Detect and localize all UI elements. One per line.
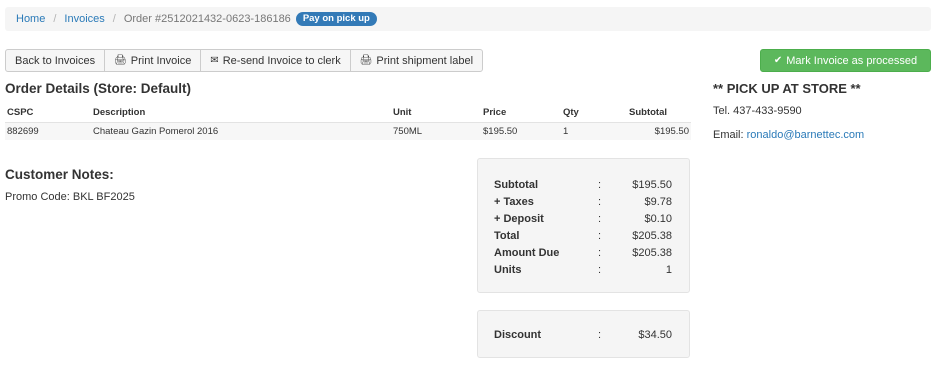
totals-label: Subtotal: [494, 178, 538, 191]
totals-row-total: Total : $205.38: [494, 227, 672, 244]
totals-colon: :: [598, 229, 602, 242]
resend-invoice-label: Re-send Invoice to clerk: [222, 54, 341, 67]
discount-colon: :: [598, 328, 602, 341]
totals-panel: Subtotal : $195.50 + Taxes : $9.78 + Dep…: [477, 158, 690, 293]
totals-row-units: Units : 1: [494, 261, 672, 278]
totals-colon: :: [598, 195, 602, 208]
print-invoice-button[interactable]: 🖨 Print Invoice: [104, 49, 202, 72]
printer-icon: 🖨: [114, 55, 127, 66]
pickup-email-label: Email:: [713, 129, 747, 141]
discount-row: Discount : $34.50: [494, 326, 672, 343]
mark-invoice-processed-button[interactable]: ✔ Mark Invoice as processed: [760, 49, 931, 72]
cell-cspc: 882699: [5, 122, 91, 140]
cell-subtotal: $195.50: [627, 122, 691, 140]
totals-label: Amount Due: [494, 246, 560, 259]
totals-colon: :: [598, 263, 602, 276]
check-icon: ✔: [773, 55, 783, 66]
customer-notes-title: Customer Notes:: [5, 167, 114, 182]
print-invoice-label: Print Invoice: [130, 54, 192, 67]
totals-value: $0.10: [644, 212, 672, 225]
totals-row-amount-due: Amount Due : $205.38: [494, 244, 672, 261]
payment-status-badge: Pay on pick up: [295, 12, 377, 26]
order-details-title: Order Details (Store: Default): [5, 81, 192, 96]
pickup-title: ** PICK UP AT STORE **: [713, 81, 861, 96]
mark-invoice-processed-label: Mark Invoice as processed: [786, 54, 918, 67]
cell-description: Chateau Gazin Pomerol 2016: [91, 122, 391, 140]
order-items-table: CSPC Description Unit Price Qty Subtotal…: [5, 104, 691, 140]
totals-label: + Taxes: [494, 195, 534, 208]
column-header-subtotal: Subtotal: [627, 104, 691, 123]
back-to-invoices-button[interactable]: Back to Invoices: [5, 49, 106, 72]
invoice-toolbar: Back to Invoices 🖨 Print Invoice ✉ Re-se…: [5, 49, 484, 72]
totals-row-deposit: + Deposit : $0.10: [494, 210, 672, 227]
column-header-unit: Unit: [391, 104, 481, 123]
breadcrumb-current-order: Order #2512021432-0623-186186: [123, 13, 291, 25]
breadcrumb-home-link[interactable]: Home: [16, 13, 45, 25]
back-to-invoices-label: Back to Invoices: [15, 54, 96, 67]
breadcrumb-separator: /: [53, 13, 57, 25]
cell-qty: 1: [561, 122, 627, 140]
totals-colon: :: [598, 178, 602, 191]
totals-value: $205.38: [632, 246, 672, 259]
pickup-phone: Tel. 437-433-9590: [713, 105, 802, 117]
print-shipment-label-label: Print shipment label: [376, 54, 474, 67]
breadcrumb-invoices-link[interactable]: Invoices: [64, 13, 104, 25]
table-row: 882699 Chateau Gazin Pomerol 2016 750ML …: [5, 122, 691, 140]
totals-colon: :: [598, 212, 602, 225]
resend-invoice-button[interactable]: ✉ Re-send Invoice to clerk: [200, 49, 351, 72]
discount-value: $34.50: [638, 328, 672, 341]
table-header-row: CSPC Description Unit Price Qty Subtotal: [5, 104, 691, 123]
discount-label: Discount: [494, 328, 542, 341]
discount-panel: Discount : $34.50: [477, 310, 690, 358]
totals-label: Units: [494, 263, 522, 276]
pickup-email-line: Email: ronaldo@barnettec.com: [713, 129, 864, 141]
customer-notes-text: Promo Code: BKL BF2025: [5, 191, 135, 203]
totals-value: $205.38: [632, 229, 672, 242]
column-header-price: Price: [481, 104, 561, 123]
pickup-email-link[interactable]: ronaldo@barnettec.com: [747, 129, 865, 141]
totals-value: 1: [665, 263, 672, 276]
column-header-qty: Qty: [561, 104, 627, 123]
totals-colon: :: [598, 246, 602, 259]
totals-row-subtotal: Subtotal : $195.50: [494, 176, 672, 193]
totals-value: $195.50: [632, 178, 672, 191]
totals-label: + Deposit: [494, 212, 544, 225]
breadcrumb-separator: /: [112, 13, 116, 25]
totals-row-taxes: + Taxes : $9.78: [494, 193, 672, 210]
print-shipment-label-button[interactable]: 🖨 Print shipment label: [349, 49, 484, 72]
totals-label: Total: [494, 229, 520, 242]
printer-icon: 🖨: [359, 55, 373, 66]
cell-price: $195.50: [481, 122, 561, 140]
breadcrumb: Home / Invoices / Order #2512021432-0623…: [5, 7, 931, 31]
envelope-icon: ✉: [210, 55, 219, 66]
column-header-description: Description: [91, 104, 391, 123]
column-header-cspc: CSPC: [5, 104, 91, 123]
cell-unit: 750ML: [391, 122, 481, 140]
totals-value: $9.78: [644, 195, 672, 208]
